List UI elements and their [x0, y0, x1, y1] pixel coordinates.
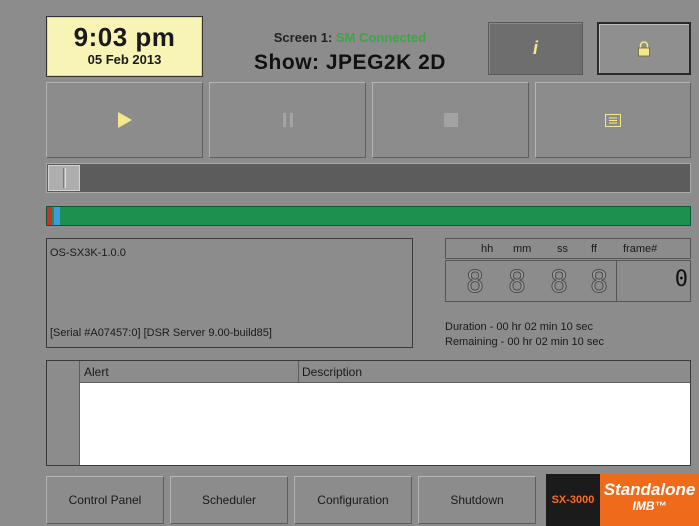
tc-label-mm: mm	[513, 243, 532, 255]
tc-label-ss: ss	[557, 243, 568, 255]
tc-label-hh: hh	[481, 243, 494, 255]
remaining-text: Remaining - 00 hr 02 min 10 sec	[445, 336, 604, 348]
playback-scrubber[interactable]	[46, 163, 691, 193]
version-panel: OS-SX3K-1.0.0 [Serial #A07457:0] [DSR Se…	[46, 238, 413, 348]
lock-button[interactable]	[597, 22, 691, 75]
brand-mark: Standalone IMB™	[600, 474, 699, 526]
tc-digit-ss: 8	[549, 265, 569, 300]
description-column-header[interactable]: Description	[299, 361, 690, 382]
tc-label-frame: frame#	[623, 243, 658, 255]
alerts-table[interactable]: Alert Description	[46, 360, 691, 466]
alerts-row-gutter	[47, 361, 80, 465]
screen-label: Screen 1:	[273, 30, 333, 45]
clock-date: 05 Feb 2013	[87, 52, 162, 67]
tc-digit-hh: 8	[465, 265, 485, 300]
list-icon	[605, 113, 621, 127]
timecode-header: hh mm ss ff frame#	[445, 238, 691, 259]
clock-time: 9:03 pm	[73, 22, 176, 52]
frame-number: 0	[674, 267, 688, 292]
brand-sub: IMB™	[632, 499, 667, 513]
product-logo: SX-3000 Standalone IMB™	[546, 474, 699, 526]
duration-info: Duration - 00 hr 02 min 10 sec Remaining…	[445, 320, 604, 350]
connection-status: SM Connected	[335, 30, 427, 45]
tc-digit-ff: 8	[589, 265, 609, 300]
pause-button[interactable]	[209, 82, 366, 158]
tc-digit-mm: 8	[507, 265, 527, 300]
duration-text: Duration - 00 hr 02 min 10 sec	[445, 321, 593, 333]
play-button[interactable]	[46, 82, 203, 158]
timeline-playhead	[54, 207, 60, 225]
timeline-marker-red	[47, 207, 52, 225]
scheduler-button[interactable]: Scheduler	[170, 476, 288, 524]
brand-name: Standalone	[603, 480, 696, 499]
shutdown-button[interactable]: Shutdown	[418, 476, 536, 524]
playlist-button[interactable]	[535, 82, 691, 158]
clock-display: 9:03 pm 05 Feb 2013	[46, 16, 203, 77]
model-name: SX-3000	[546, 474, 600, 526]
control-panel-button[interactable]: Control Panel	[46, 476, 164, 524]
screen-status: Screen 1: SM Connected	[230, 30, 470, 45]
show-title: Show: JPEG2K 2D	[254, 51, 446, 74]
frame-number-box: 0	[616, 261, 692, 301]
pause-icon	[282, 113, 293, 127]
timecode-display: 8 8 8 8 0	[445, 260, 691, 302]
server-version: [Serial #A07457:0] [DSR Server 9.00-buil…	[50, 327, 272, 339]
scrubber-handle[interactable]	[48, 165, 80, 191]
info-icon: i	[532, 38, 538, 58]
play-icon	[117, 112, 132, 128]
stop-icon	[443, 113, 458, 127]
timeline-bar	[46, 206, 691, 226]
info-button[interactable]: i	[488, 22, 583, 75]
stop-button[interactable]	[372, 82, 529, 158]
configuration-button[interactable]: Configuration	[294, 476, 412, 524]
tc-label-ff: ff	[591, 243, 597, 255]
alerts-header: Alert Description	[80, 361, 690, 383]
lock-icon	[638, 40, 650, 56]
alert-column-header[interactable]: Alert	[80, 361, 299, 382]
os-version: OS-SX3K-1.0.0	[50, 247, 126, 259]
